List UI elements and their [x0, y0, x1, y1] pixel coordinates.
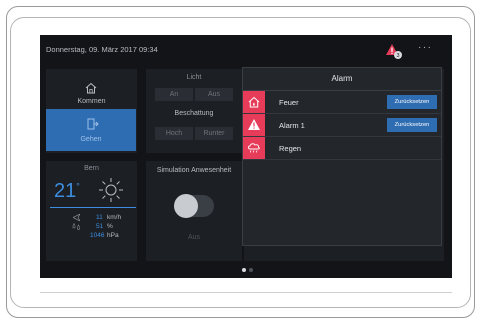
house-fire-icon — [248, 96, 260, 108]
door-exit-icon — [87, 118, 99, 130]
more-options-button[interactable]: ··· — [418, 42, 433, 53]
wind-value: 11 — [96, 214, 103, 221]
temperature-value: 21° — [54, 180, 80, 202]
alarm-row-icon-box — [243, 91, 265, 113]
alarm-popup-title: Alarm — [243, 68, 441, 91]
reset-button[interactable]: Zurücksetzen — [387, 118, 437, 132]
humidity-icon — [72, 223, 80, 230]
humidity-value: 51 — [96, 223, 104, 230]
shade-down-button[interactable]: Runter — [195, 127, 233, 140]
light-shade-tile: Licht An Aus Beschattung Hoch Runter — [146, 69, 242, 153]
screen: Donnerstag, 09. März 2017 09:34 3 ··· Ko… — [40, 35, 452, 278]
weather-divider — [50, 207, 136, 208]
toggle-knob — [174, 194, 198, 218]
alarm-row-feuer[interactable]: Feuer Zurücksetzen — [243, 91, 441, 114]
home-icon — [85, 82, 97, 94]
gehen-label: Gehen — [80, 136, 102, 143]
alarm-label: Feuer — [279, 98, 299, 107]
alarm-label: Regen — [279, 144, 302, 153]
alarm-icon[interactable]: 3 — [385, 42, 403, 60]
humidity-unit: % — [107, 223, 113, 230]
light-on-button[interactable]: An — [155, 88, 193, 101]
weather-city: Bern — [84, 165, 99, 172]
pager-dot-active[interactable] — [242, 268, 246, 272]
alarm-row-regen[interactable]: Regen — [243, 137, 441, 160]
pressure-unit: hPa — [107, 232, 119, 239]
shade-up-button[interactable]: Hoch — [155, 127, 193, 140]
reset-button[interactable]: Zurücksetzen — [387, 95, 437, 109]
alarm-row-icon-box — [243, 137, 265, 159]
datetime-label: Donnerstag, 09. März 2017 09:34 — [46, 45, 158, 54]
pager-dot[interactable] — [249, 268, 253, 272]
simulation-state-label: Aus — [187, 234, 201, 241]
wind-icon — [73, 214, 80, 221]
gehen-button[interactable]: Gehen — [46, 109, 136, 151]
beschattung-title: Beschattung — [174, 110, 214, 117]
alarm-row-alarm1[interactable]: Alarm 1 Zurücksetzen — [243, 114, 441, 137]
bezel-divider — [40, 292, 452, 293]
top-bar: Donnerstag, 09. März 2017 09:34 3 ··· — [40, 35, 452, 65]
wind-unit: km/h — [107, 214, 122, 221]
warning-icon — [248, 119, 260, 130]
alarm-badge-count: 3 — [396, 53, 399, 59]
weather-tile: Bern — [46, 161, 137, 261]
simulation-title: Simulation Anwesenheit — [156, 167, 232, 174]
simulation-toggle[interactable] — [174, 194, 214, 218]
kommen-label: Kommen — [77, 98, 106, 105]
alarm-popup: Alarm Feuer Zurücksetzen Alarm 1 Zurücks — [242, 67, 442, 246]
licht-title: Licht — [186, 74, 202, 81]
rain-cloud-icon — [248, 143, 260, 153]
pressure-value: 1046 — [90, 232, 105, 239]
alarm-row-icon-box — [243, 114, 265, 136]
sun-icon — [99, 178, 123, 202]
light-off-button[interactable]: Aus — [195, 88, 233, 101]
alarm-label: Alarm 1 — [279, 121, 305, 130]
